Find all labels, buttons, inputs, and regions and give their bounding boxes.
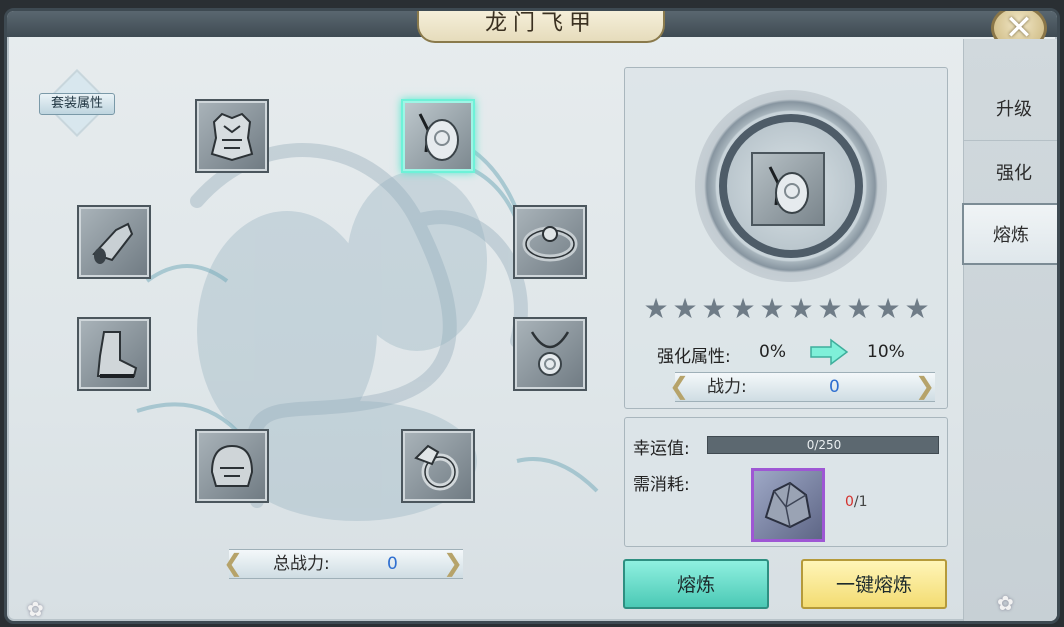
crystal-ore-icon (764, 481, 812, 529)
set-attribute-button[interactable]: 套装属性 (39, 69, 115, 137)
star-rating: ★ ★ ★ ★ ★ ★ ★ ★ ★ ★ (643, 292, 935, 326)
jade-pendant-icon (418, 113, 459, 161)
smelt-cost-panel: 幸运值: 0/250 需消耗: 0/1 (624, 417, 948, 547)
enhance-attribute-row: 强化属性: 0% 10% (625, 338, 949, 367)
boots-icon (96, 331, 138, 378)
tab-upgrade[interactable]: 升级 (964, 79, 1057, 141)
enhance-attribute-next: 10% (867, 342, 905, 362)
side-tab-bar: 升级 强化 熔炼 (962, 39, 1057, 621)
luck-progress-bar: 0/250 (707, 436, 939, 454)
scroll-right-ornament-icon: ❯ (915, 372, 936, 400)
slot-pendant[interactable] (401, 99, 475, 173)
bracer-icon (92, 222, 134, 264)
tab-smelt[interactable]: 熔炼 (962, 203, 1057, 265)
slot-helmet[interactable] (195, 429, 269, 503)
smelt-all-button[interactable]: 一键熔炼 (801, 559, 947, 609)
set-attribute-label: 套装属性 (39, 93, 115, 115)
total-power-bar: ❮ 总战力: 0 ❯ (223, 549, 463, 579)
slot-necklace[interactable] (513, 317, 587, 391)
star-icon: ★ (643, 292, 669, 325)
item-power-value: 0 (829, 377, 840, 397)
selected-item-panel: ★ ★ ★ ★ ★ ★ ★ ★ ★ ★ 强化属性: 0% 10% ❮ 战力: 0 ❯ (624, 67, 948, 409)
star-icon: ★ (846, 292, 872, 325)
scroll-left-ornament-icon: ❮ (669, 372, 690, 400)
star-icon: ★ (759, 292, 785, 325)
smelt-button[interactable]: 熔炼 (623, 559, 769, 609)
slot-bracer[interactable] (77, 205, 151, 279)
scroll-right-ornament-icon: ❯ (443, 549, 464, 577)
item-power-bar: ❮ 战力: 0 ❯ (669, 372, 935, 402)
cost-material-slot[interactable] (751, 468, 825, 542)
enhance-attribute-current: 0% (759, 342, 786, 362)
necklace-icon (530, 331, 570, 376)
cost-have: 0 (845, 494, 854, 510)
arrow-right-icon (810, 338, 849, 366)
star-icon: ★ (672, 292, 698, 325)
star-icon: ★ (875, 292, 901, 325)
blossom-decoration-icon: ✿ (27, 597, 44, 621)
jade-pendant-icon (768, 166, 809, 214)
slot-belt[interactable] (513, 205, 587, 279)
cost-need: /1 (853, 494, 868, 510)
total-power-label: 总战力: (273, 554, 330, 574)
star-icon: ★ (788, 292, 814, 325)
enhance-attribute-label: 强化属性: (657, 347, 731, 367)
slot-armor[interactable] (195, 99, 269, 173)
cost-count: 0/1 (845, 494, 868, 510)
blossom-decoration-icon: ✿ (997, 591, 1014, 615)
cost-label: 需消耗: (633, 475, 690, 495)
selected-item-slot[interactable] (751, 152, 825, 226)
armor-icon (210, 112, 254, 162)
belt-icon (522, 226, 578, 262)
item-power-label: 战力: (707, 377, 747, 397)
slot-ring[interactable] (401, 429, 475, 503)
star-icon: ★ (730, 292, 756, 325)
tab-enhance[interactable]: 强化 (964, 143, 1057, 205)
smelting-window: 龙门飞甲 ✕ 套装属性 ❮ 总战力: 0 ❯ ★ ★ ★ ★ ★ ★ ★ ★ ★… (4, 8, 1060, 624)
luck-label: 幸运值: (633, 439, 690, 459)
slot-boots[interactable] (77, 317, 151, 391)
luck-progress-text: 0/250 (806, 438, 842, 452)
star-icon: ★ (904, 292, 930, 325)
total-power-value: 0 (387, 554, 398, 574)
scroll-left-ornament-icon: ❮ (223, 549, 244, 577)
window-title: 龙门飞甲 (417, 11, 665, 43)
dragon-ring-icon (414, 444, 459, 491)
helmet-icon (210, 444, 254, 487)
star-icon: ★ (817, 292, 843, 325)
star-icon: ★ (701, 292, 727, 325)
